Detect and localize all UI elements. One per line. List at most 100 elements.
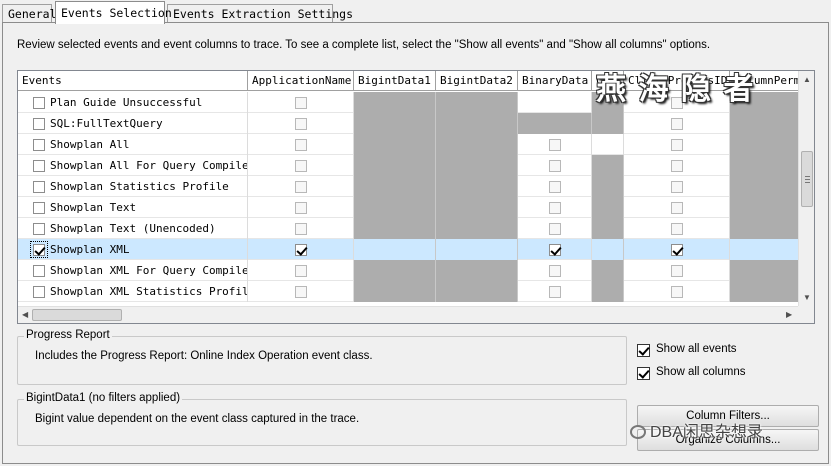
column-checkbox[interactable] bbox=[295, 202, 307, 214]
column-header-binarydata[interactable]: BinaryData bbox=[518, 71, 592, 91]
grid-cell-applicationname[interactable] bbox=[248, 260, 354, 281]
column-checkbox[interactable] bbox=[295, 223, 307, 235]
event-checkbox[interactable] bbox=[33, 223, 45, 235]
events-grid[interactable]: Events ApplicationName BigintData1 BigintDa… bbox=[17, 70, 815, 324]
event-cell[interactable]: Showplan Text bbox=[18, 197, 248, 218]
grid-cell-applicationname[interactable] bbox=[248, 113, 354, 134]
column-checkbox[interactable] bbox=[295, 97, 307, 109]
grid-cell-applicationname[interactable] bbox=[248, 155, 354, 176]
column-checkbox[interactable] bbox=[295, 139, 307, 151]
show-all-events-checkbox[interactable] bbox=[637, 344, 650, 357]
event-checkbox[interactable] bbox=[33, 265, 45, 277]
grid-cell-clientprocessid[interactable] bbox=[624, 155, 730, 176]
tab-general[interactable]: General bbox=[2, 4, 56, 23]
column-header-bigintdata1[interactable]: BigintData1 bbox=[354, 71, 436, 91]
vertical-scrollbar[interactable]: ▲ ▼ bbox=[798, 71, 814, 307]
grid-cell-clientprocessid[interactable] bbox=[624, 134, 730, 155]
scroll-left-icon[interactable]: ◀ bbox=[22, 310, 28, 320]
table-row[interactable]: Showplan Text bbox=[18, 197, 800, 218]
event-cell[interactable]: Showplan XML Statistics Profile bbox=[18, 281, 248, 302]
grid-cell-binarydata[interactable] bbox=[518, 239, 592, 260]
column-header-events[interactable]: Events bbox=[18, 71, 248, 91]
grid-cell-clientprocessid[interactable] bbox=[624, 113, 730, 134]
grid-cell-applicationname[interactable] bbox=[248, 281, 354, 302]
table-row[interactable]: Showplan XML bbox=[18, 239, 800, 260]
column-checkbox[interactable] bbox=[671, 139, 683, 151]
grid-cell-cpu[interactable] bbox=[592, 134, 624, 155]
event-cell[interactable]: Showplan Statistics Profile bbox=[18, 176, 248, 197]
show-all-columns-label[interactable]: Show all columns bbox=[656, 366, 745, 378]
table-row[interactable]: Showplan XML For Query Compile bbox=[18, 260, 800, 281]
event-cell[interactable]: Showplan All For Query Compile bbox=[18, 155, 248, 176]
event-checkbox[interactable] bbox=[33, 160, 45, 172]
event-checkbox[interactable] bbox=[33, 139, 45, 151]
scroll-right-icon[interactable]: ▶ bbox=[786, 310, 792, 320]
event-checkbox[interactable] bbox=[33, 181, 45, 193]
grid-cell-binarydata[interactable] bbox=[518, 197, 592, 218]
column-checkbox[interactable] bbox=[295, 160, 307, 172]
event-cell[interactable]: Showplan XML For Query Compile bbox=[18, 260, 248, 281]
event-checkbox[interactable] bbox=[33, 202, 45, 214]
table-row[interactable]: Showplan Text (Unencoded) bbox=[18, 218, 800, 239]
grid-cell-binarydata[interactable] bbox=[518, 218, 592, 239]
column-checkbox[interactable] bbox=[671, 286, 683, 298]
grid-cell-clientprocessid[interactable] bbox=[624, 281, 730, 302]
event-checkbox[interactable] bbox=[33, 118, 45, 130]
horizontal-scroll-thumb[interactable] bbox=[32, 309, 122, 321]
column-checkbox[interactable] bbox=[549, 139, 561, 151]
column-header-applicationname[interactable]: ApplicationName bbox=[248, 71, 354, 91]
grid-cell-applicationname[interactable] bbox=[248, 92, 354, 113]
grid-cell-binarydata[interactable] bbox=[518, 260, 592, 281]
grid-cell-applicationname[interactable] bbox=[248, 239, 354, 260]
column-checkbox[interactable] bbox=[671, 202, 683, 214]
event-checkbox[interactable] bbox=[33, 286, 45, 298]
event-cell[interactable]: Showplan XML bbox=[18, 239, 248, 260]
column-checkbox[interactable] bbox=[549, 265, 561, 277]
show-all-columns-checkbox[interactable] bbox=[637, 367, 650, 380]
grid-cell-binarydata[interactable] bbox=[518, 176, 592, 197]
column-checkbox[interactable] bbox=[549, 286, 561, 298]
tab-events-selection[interactable]: Events Selection bbox=[55, 1, 172, 24]
table-row[interactable]: Showplan XML Statistics Profile bbox=[18, 281, 800, 302]
tab-events-extraction-settings[interactable]: Events Extraction Settings bbox=[167, 4, 353, 23]
column-checkbox[interactable] bbox=[549, 223, 561, 235]
table-row[interactable]: Showplan All For Query Compile bbox=[18, 155, 800, 176]
vertical-scroll-thumb[interactable] bbox=[801, 151, 813, 207]
event-cell[interactable]: Showplan Text (Unencoded) bbox=[18, 218, 248, 239]
table-row[interactable]: SQL:FullTextQuery bbox=[18, 113, 800, 134]
event-cell[interactable]: Plan Guide Unsuccessful bbox=[18, 92, 248, 113]
column-checkbox[interactable] bbox=[671, 265, 683, 277]
grid-cell-clientprocessid[interactable] bbox=[624, 176, 730, 197]
show-all-events-label[interactable]: Show all events bbox=[656, 343, 737, 355]
grid-cell-binarydata[interactable] bbox=[518, 92, 592, 113]
column-checkbox[interactable] bbox=[671, 160, 683, 172]
grid-cell-applicationname[interactable] bbox=[248, 218, 354, 239]
column-checkbox[interactable] bbox=[671, 244, 683, 256]
column-checkbox[interactable] bbox=[671, 118, 683, 130]
table-row[interactable]: Showplan All bbox=[18, 134, 800, 155]
column-header-bigintdata2[interactable]: BigintData2 bbox=[436, 71, 518, 91]
grid-cell-applicationname[interactable] bbox=[248, 176, 354, 197]
column-checkbox[interactable] bbox=[549, 160, 561, 172]
grid-cell-applicationname[interactable] bbox=[248, 134, 354, 155]
column-checkbox[interactable] bbox=[295, 181, 307, 193]
column-checkbox[interactable] bbox=[671, 181, 683, 193]
grid-cell-binarydata[interactable] bbox=[518, 134, 592, 155]
event-cell[interactable]: Showplan All bbox=[18, 134, 248, 155]
grid-cell-binarydata[interactable] bbox=[518, 155, 592, 176]
column-checkbox[interactable] bbox=[671, 223, 683, 235]
column-checkbox[interactable] bbox=[295, 118, 307, 130]
grid-cell-clientprocessid[interactable] bbox=[624, 239, 730, 260]
column-checkbox[interactable] bbox=[549, 202, 561, 214]
column-checkbox[interactable] bbox=[549, 181, 561, 193]
column-checkbox[interactable] bbox=[295, 244, 307, 256]
horizontal-scrollbar[interactable]: ◀ ▶ bbox=[18, 306, 800, 323]
column-checkbox[interactable] bbox=[295, 286, 307, 298]
grid-cell-binarydata[interactable] bbox=[518, 281, 592, 302]
event-cell[interactable]: SQL:FullTextQuery bbox=[18, 113, 248, 134]
grid-cell-clientprocessid[interactable] bbox=[624, 260, 730, 281]
table-row[interactable]: Showplan Statistics Profile bbox=[18, 176, 800, 197]
scroll-up-icon[interactable]: ▲ bbox=[803, 75, 811, 85]
grid-cell-clientprocessid[interactable] bbox=[624, 218, 730, 239]
column-checkbox[interactable] bbox=[295, 265, 307, 277]
